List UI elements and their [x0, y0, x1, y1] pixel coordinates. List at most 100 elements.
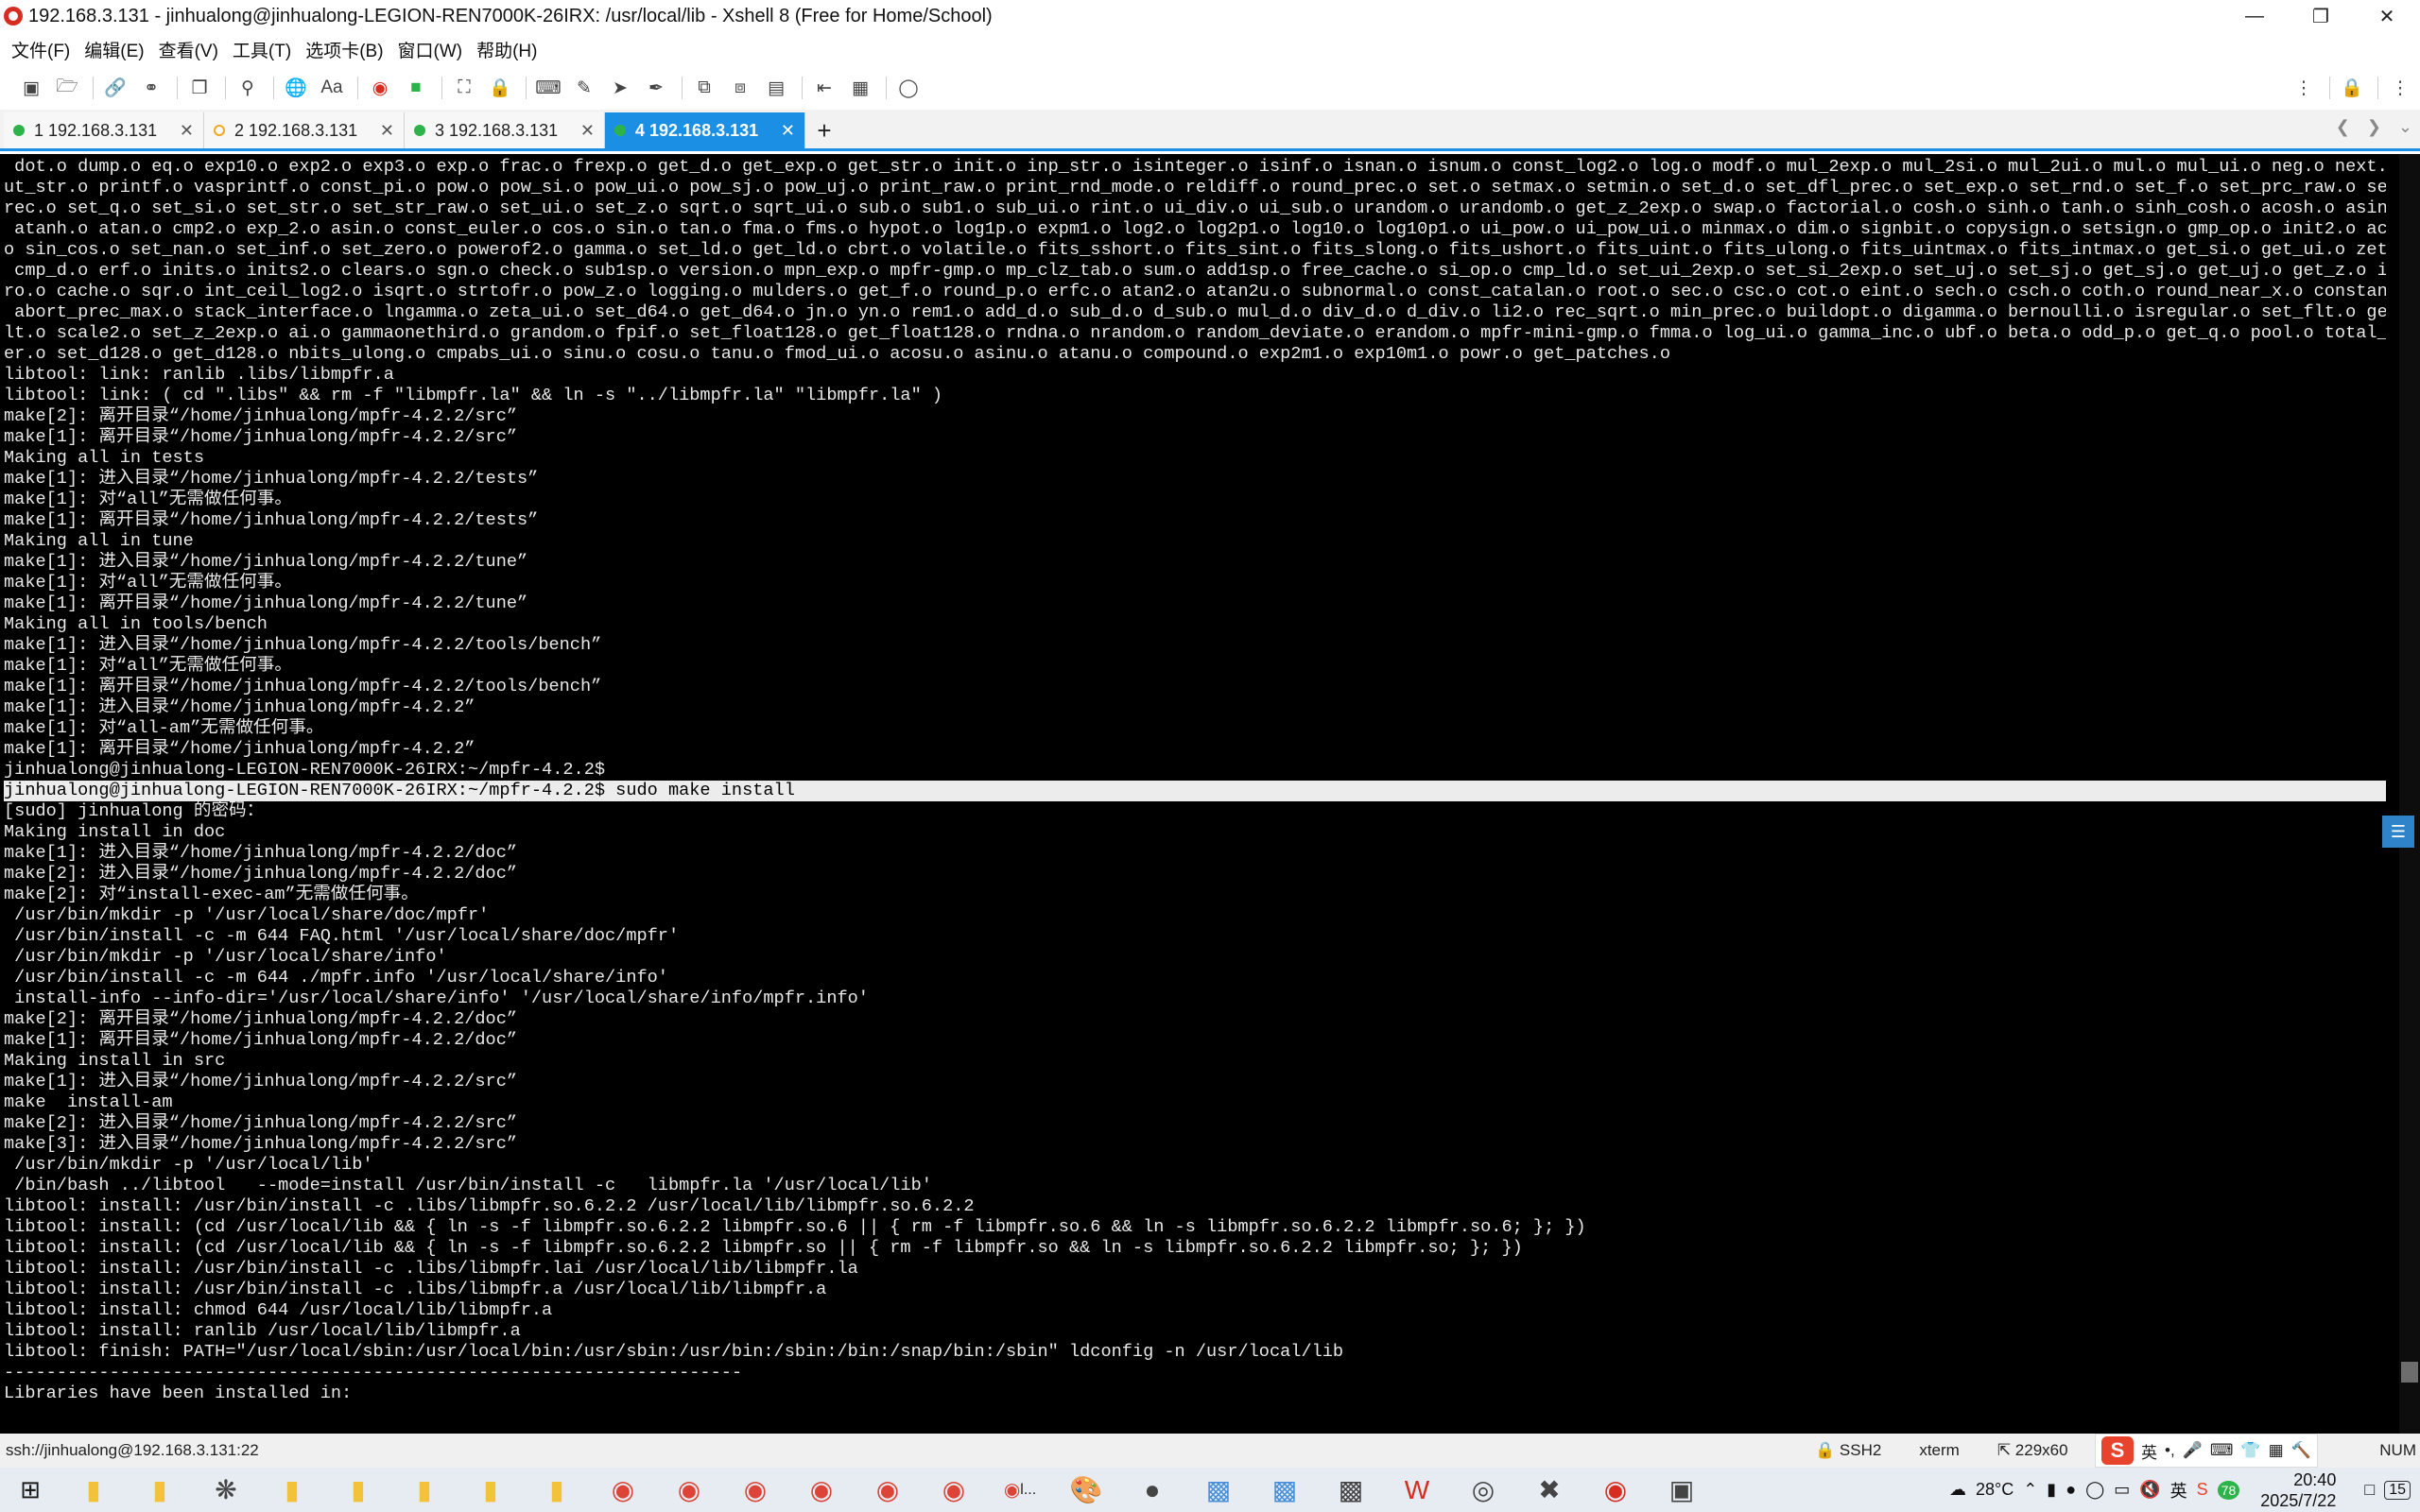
- terminal-icon[interactable]: ▩: [1318, 1468, 1384, 1512]
- tab-session-3[interactable]: 3 192.168.3.131 ✕: [405, 112, 605, 148]
- tab-close-icon[interactable]: ✕: [580, 121, 595, 141]
- terminal-output[interactable]: dot.o dump.o eq.o exp10.o exp2.o exp3.o …: [0, 154, 2420, 1434]
- chrome-icon[interactable]: ◉: [921, 1468, 987, 1512]
- folder-icon[interactable]: ▮: [127, 1468, 193, 1512]
- chrome-icon[interactable]: ◉: [855, 1468, 921, 1512]
- network-tray-icon[interactable]: ◯: [2085, 1480, 2104, 1500]
- xshell-taskbar-icon[interactable]: ◉: [1582, 1468, 1649, 1512]
- menu-file[interactable]: 文件(F): [11, 37, 70, 62]
- terminal-scrollbar[interactable]: [2399, 154, 2420, 1434]
- add-tab-button[interactable]: +: [805, 112, 843, 148]
- obs-icon[interactable]: ◎: [1450, 1468, 1516, 1512]
- chrome-icon[interactable]: ◉: [656, 1468, 722, 1512]
- secure-lock-icon[interactable]: 🔒: [2336, 74, 2368, 102]
- toolbar-overflow-icon[interactable]: ⋮: [2384, 74, 2416, 102]
- open-folder-icon[interactable]: 🗁: [51, 74, 83, 102]
- keyboard-icon[interactable]: ⌨: [532, 74, 564, 102]
- tab-close-icon[interactable]: ✕: [781, 121, 795, 141]
- chrome-icon[interactable]: ◉: [722, 1468, 788, 1512]
- menu-window[interactable]: 窗口(W): [398, 37, 463, 62]
- xshell-icon[interactable]: ◉: [364, 74, 396, 102]
- folder-icon[interactable]: ▮: [524, 1468, 590, 1512]
- folder-icon[interactable]: ▮: [259, 1468, 325, 1512]
- menu-edit[interactable]: 编辑(E): [84, 37, 144, 62]
- notification-icon[interactable]: □: [2364, 1480, 2375, 1500]
- menu-view[interactable]: 查看(V): [159, 37, 218, 62]
- folder-icon[interactable]: ▮: [60, 1468, 127, 1512]
- tab-session-2[interactable]: 2 192.168.3.131 ✕: [204, 112, 405, 148]
- fullscreen-icon[interactable]: ⛶: [448, 74, 480, 102]
- unreal-engine-icon[interactable]: ●: [1119, 1468, 1185, 1512]
- log-icon[interactable]: ▤: [760, 74, 792, 102]
- ime-language[interactable]: 英: [2141, 1439, 2157, 1463]
- menu-tools[interactable]: 工具(T): [233, 37, 291, 62]
- weather-icon[interactable]: ☁: [1949, 1480, 1966, 1500]
- ime-tool-icon[interactable]: 🔨: [2291, 1441, 2311, 1460]
- xftp-taskbar-icon[interactable]: ✖: [1516, 1468, 1582, 1512]
- windows-start-icon[interactable]: ⊞: [0, 1468, 60, 1512]
- paint-icon[interactable]: 🎨: [1053, 1468, 1119, 1512]
- scrollbar-thumb[interactable]: [2401, 1362, 2418, 1383]
- microphone-icon[interactable]: 🎤: [2183, 1441, 2203, 1460]
- new-tab-icon[interactable]: ❐: [183, 74, 216, 102]
- transfer-icon[interactable]: ⇤: [808, 74, 840, 102]
- tab-session-4[interactable]: 4 192.168.3.131 ✕: [605, 112, 805, 148]
- image-viewer-icon[interactable]: ▣: [1649, 1468, 1715, 1512]
- tray-app-icon[interactable]: ▮: [2047, 1480, 2056, 1500]
- search-icon[interactable]: ⚲: [232, 74, 264, 102]
- tab-close-icon[interactable]: ✕: [380, 121, 394, 141]
- new-session-icon[interactable]: ▣: [15, 74, 47, 102]
- security-badge-icon[interactable]: 78: [2217, 1480, 2240, 1500]
- display-icon[interactable]: ▭: [2114, 1480, 2130, 1500]
- folder-icon[interactable]: ▮: [458, 1468, 524, 1512]
- notification-count[interactable]: 15: [2384, 1480, 2411, 1500]
- font-icon[interactable]: Aa: [316, 74, 348, 102]
- ime-keyboard-icon[interactable]: ⌨: [2210, 1441, 2234, 1460]
- chat-icon[interactable]: ◯: [892, 74, 925, 102]
- send-icon[interactable]: ➤: [604, 74, 636, 102]
- notepad-icon[interactable]: ▩: [1185, 1468, 1252, 1512]
- clock[interactable]: 20:40 2025/7/22: [2260, 1469, 2336, 1511]
- tab-list-icon[interactable]: ⌄: [2398, 117, 2412, 137]
- maximize-button[interactable]: ❐: [2288, 0, 2354, 32]
- tab-close-icon[interactable]: ✕: [180, 121, 194, 141]
- script-icon[interactable]: ✒: [640, 74, 672, 102]
- copy-icon[interactable]: ⧉: [688, 74, 720, 102]
- lock-icon[interactable]: 🔒: [484, 74, 516, 102]
- tab-session-1[interactable]: 1 192.168.3.131 ✕: [4, 112, 204, 148]
- tab-prev-icon[interactable]: ❮: [2336, 117, 2350, 137]
- folder-icon[interactable]: ▮: [325, 1468, 391, 1512]
- chrome-icon[interactable]: ◉ l...: [987, 1468, 1053, 1512]
- app-icon[interactable]: ❋: [193, 1468, 259, 1512]
- pen-icon[interactable]: ✎: [568, 74, 600, 102]
- tab-next-icon[interactable]: ❯: [2367, 117, 2381, 137]
- ime-punct-icon[interactable]: •,: [2165, 1441, 2175, 1460]
- side-panel-icon[interactable]: ☰: [2382, 816, 2414, 848]
- sogou-ime-icon[interactable]: S: [2101, 1436, 2134, 1465]
- ime-tray-label[interactable]: 英: [2170, 1478, 2187, 1503]
- wps-icon[interactable]: W: [1384, 1468, 1450, 1512]
- minimize-button[interactable]: —: [2221, 0, 2288, 32]
- ime-grid-icon[interactable]: ▦: [2269, 1441, 2284, 1460]
- chrome-icon[interactable]: ◉: [590, 1468, 656, 1512]
- wechat-icon[interactable]: ●: [2066, 1480, 2076, 1500]
- xftp-icon[interactable]: ■: [400, 74, 432, 102]
- volume-icon[interactable]: 🔇: [2139, 1480, 2160, 1500]
- globe-icon[interactable]: 🌐: [280, 74, 312, 102]
- more-options-icon[interactable]: ⋮: [2288, 74, 2320, 102]
- close-button[interactable]: ✕: [2354, 0, 2420, 32]
- sogou-tray-icon[interactable]: S: [2197, 1480, 2208, 1500]
- ime-skin-icon[interactable]: 👕: [2240, 1441, 2260, 1460]
- chrome-icon[interactable]: ◉: [788, 1468, 855, 1512]
- layout-icon[interactable]: ▦: [844, 74, 876, 102]
- terminal-line: libtool: install: (cd /usr/local/lib && …: [4, 1217, 1586, 1237]
- link-icon[interactable]: 🔗: [99, 74, 131, 102]
- menu-help[interactable]: 帮助(H): [476, 37, 537, 62]
- unlink-icon[interactable]: ⚭: [135, 74, 167, 102]
- weather-temperature[interactable]: 28°C: [1976, 1480, 2014, 1500]
- paste-icon[interactable]: ⧈: [724, 74, 756, 102]
- folder-icon[interactable]: ▮: [391, 1468, 458, 1512]
- menu-tabs[interactable]: 选项卡(B): [305, 37, 383, 62]
- notepad-icon[interactable]: ▩: [1252, 1468, 1318, 1512]
- tray-chevron-icon[interactable]: ⌃: [2023, 1480, 2037, 1500]
